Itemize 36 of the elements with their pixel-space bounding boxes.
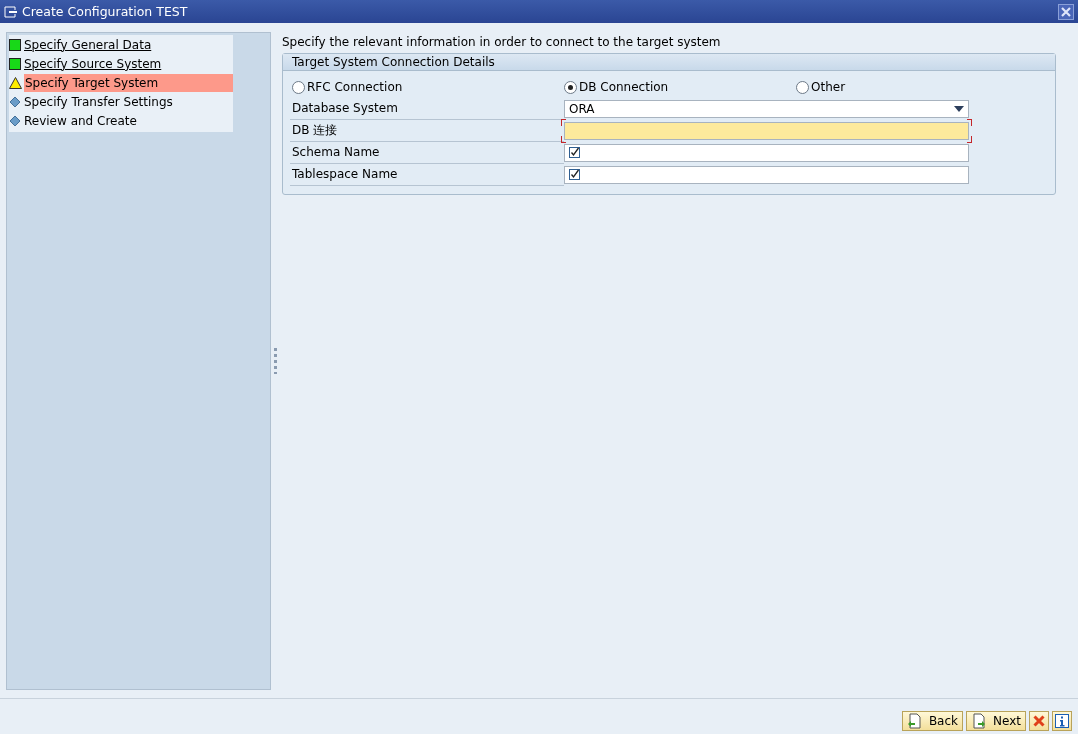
instruction-text: Specify the relevant information in order to connect to the target system	[282, 35, 722, 49]
checkbox-icon[interactable]	[569, 147, 581, 159]
input-field[interactable]	[564, 166, 969, 184]
window-title: Create Configuration TEST	[22, 4, 189, 19]
step-item[interactable]: Specify General Data	[23, 35, 233, 54]
dropdown-arrow-icon	[954, 106, 964, 112]
field-label: Schema Name	[290, 142, 564, 164]
radio-option[interactable]: RFC Connection	[292, 80, 403, 94]
back-page-icon	[906, 712, 923, 729]
step-item[interactable]: Review and Create	[23, 111, 233, 130]
input-field[interactable]	[564, 144, 969, 162]
step-item[interactable]: Specify Transfer Settings	[23, 92, 233, 111]
checkbox-icon[interactable]	[569, 169, 581, 181]
info-button[interactable]	[1052, 710, 1072, 731]
edit-window-icon	[4, 5, 18, 18]
field-label: DB 连接	[290, 120, 564, 142]
next-button[interactable]: Next	[966, 710, 1026, 731]
next-page-icon	[971, 712, 988, 729]
close-button[interactable]	[1058, 3, 1074, 20]
input-field[interactable]	[564, 122, 969, 140]
square-status-icon	[9, 57, 21, 70]
step-item[interactable]: Specify Source System	[23, 54, 233, 73]
radio-option[interactable]: Other	[796, 80, 846, 94]
field-label: Database System	[290, 98, 564, 120]
square-status-icon	[9, 38, 21, 51]
group-title: Target System Connection Details	[283, 54, 1055, 71]
diamond-icon	[9, 114, 21, 127]
back-button[interactable]: Back	[901, 710, 964, 731]
cancel-button[interactable]	[1029, 710, 1049, 731]
step-item[interactable]: Specify Target System	[24, 73, 233, 92]
diamond-icon	[9, 95, 21, 108]
dropdown-field[interactable]: ORA	[564, 100, 969, 118]
field-label: Tablespace Name	[290, 164, 564, 186]
warning-icon	[9, 76, 22, 89]
radio-option[interactable]: DB Connection	[564, 80, 669, 94]
splitter-handle[interactable]	[273, 348, 277, 374]
